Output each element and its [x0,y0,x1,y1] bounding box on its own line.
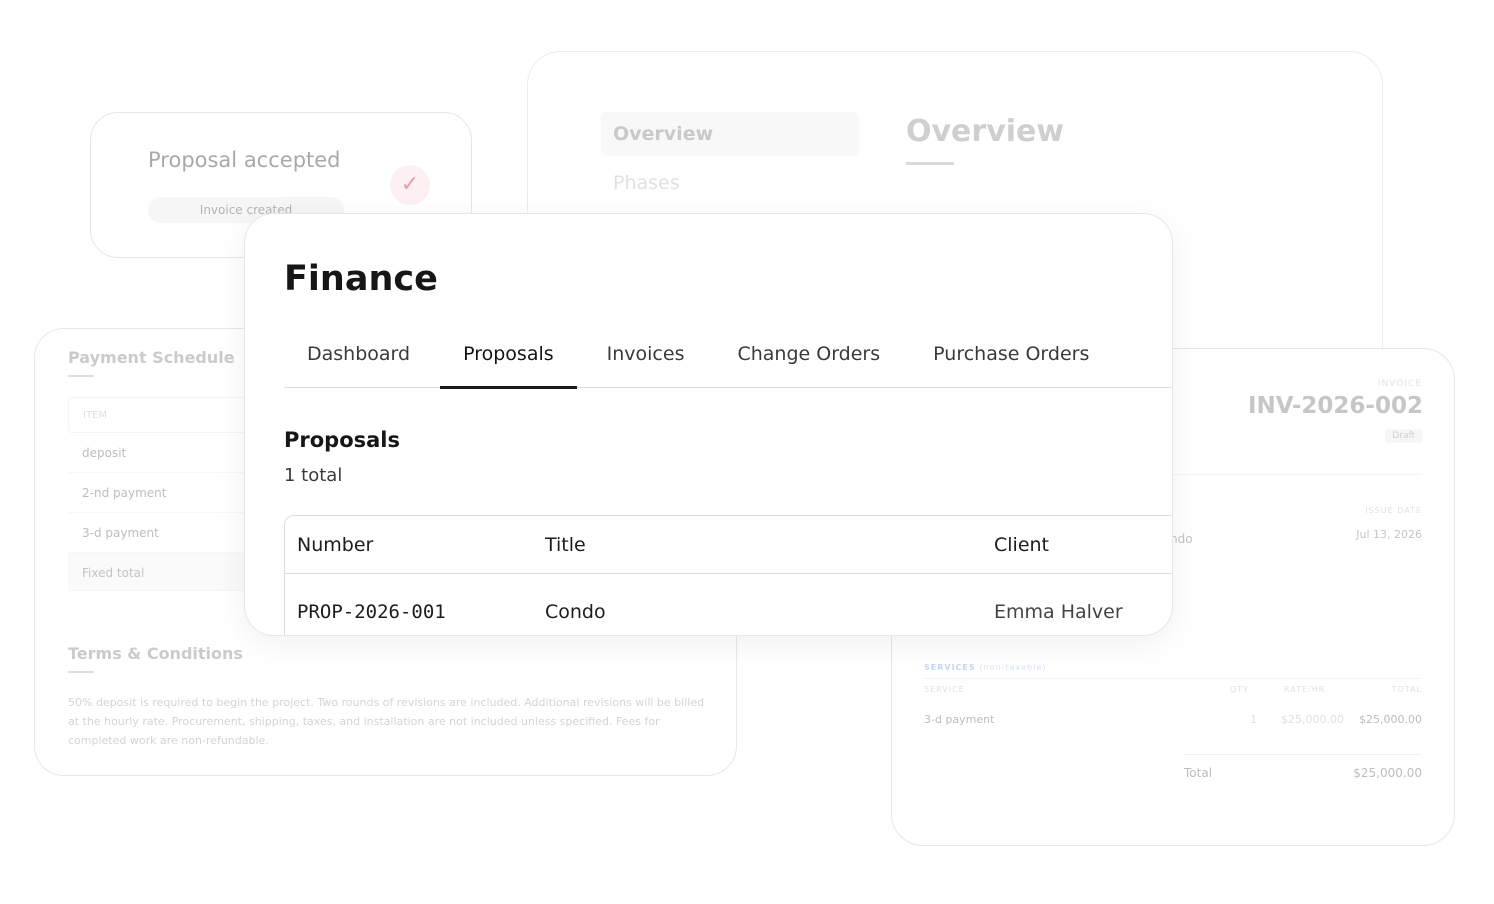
issue-date-label: ISSUE DATE [1365,506,1422,515]
services-header-rate: RATE/HR [1284,685,1326,694]
tab-change-orders[interactable]: Change Orders [737,330,880,387]
services-header-service: SERVICE [924,685,965,694]
proposal-count: 1 total [284,465,343,486]
service-line-total: $25,000.00 [1359,713,1422,726]
invoice-status-badge: Draft [1385,429,1422,443]
table-header: Number Title Client [285,516,1172,574]
column-header-client[interactable]: Client [994,534,1049,556]
section-title: Proposals [284,428,401,452]
services-header-qty: QTY [1230,685,1250,694]
proposal-accepted-title: Proposal accepted [148,148,341,172]
finance-tabs: Dashboard Proposals Invoices Change Orde… [284,330,1172,389]
overview-title: Overview [906,114,1065,149]
schedule-row-third-payment: 3-d payment [68,513,268,553]
service-line-rate: $25,000.00 [1281,713,1344,726]
payment-schedule-underline [68,375,94,377]
schedule-row-second-payment: 2-nd payment [68,473,268,513]
tab-invoices[interactable]: Invoices [607,330,685,387]
column-header-number[interactable]: Number [297,534,373,556]
services-divider [924,678,1422,679]
nav-item-overview-label: Overview [613,123,714,145]
total-divider [1184,754,1422,755]
service-line-name: 3-d payment [924,713,995,726]
tab-dashboard[interactable]: Dashboard [307,330,410,387]
services-title: SERVICES (non-taxable) [924,663,1047,672]
overview-title-underline [906,162,954,165]
invoice-divider [1172,474,1422,475]
terms-text: 50% deposit is required to begin the pro… [68,696,705,747]
nav-item-overview[interactable]: Overview [601,112,859,156]
schedule-column-item: ITEM [68,397,268,433]
nav-item-phases[interactable]: Phases [613,172,680,194]
payment-schedule-title: Payment Schedule [68,348,235,367]
proposal-title: Condo [545,601,606,623]
tab-purchase-orders[interactable]: Purchase Orders [933,330,1089,387]
proposal-number[interactable]: PROP-2026-001 [297,601,446,623]
services-title-text: SERVICES [924,663,976,672]
terms-title: Terms & Conditions [68,644,243,663]
invoice-total-value: $25,000.00 [1353,766,1422,780]
services-header-total: TOTAL [1391,685,1422,694]
schedule-row-deposit: deposit [68,433,268,473]
services-note: (non-taxable) [979,663,1047,672]
invoice-project: ndo [1170,532,1193,546]
payment-schedule-table: ITEM deposit 2-nd payment 3-d payment Fi… [68,397,268,591]
service-line-qty: 1 [1250,713,1257,726]
tab-proposals[interactable]: Proposals [440,330,577,389]
check-icon: ✓ [390,165,430,205]
schedule-row-fixed-total: Fixed total [68,553,268,591]
proposals-table: Number Title Client PROP-2026-001 Condo … [284,515,1172,635]
issue-date-value: Jul 13, 2026 [1356,528,1422,541]
page-title: Finance [284,259,438,299]
proposal-client: Emma Halver [994,601,1123,623]
finance-panel: Finance Dashboard Proposals Invoices Cha… [244,213,1173,636]
terms-underline [68,671,94,673]
column-header-title[interactable]: Title [545,534,586,556]
invoice-number: INV-2026-002 [1247,393,1423,419]
invoice-total-label: Total [1184,766,1213,780]
invoice-kicker: INVOICE [1377,379,1422,389]
